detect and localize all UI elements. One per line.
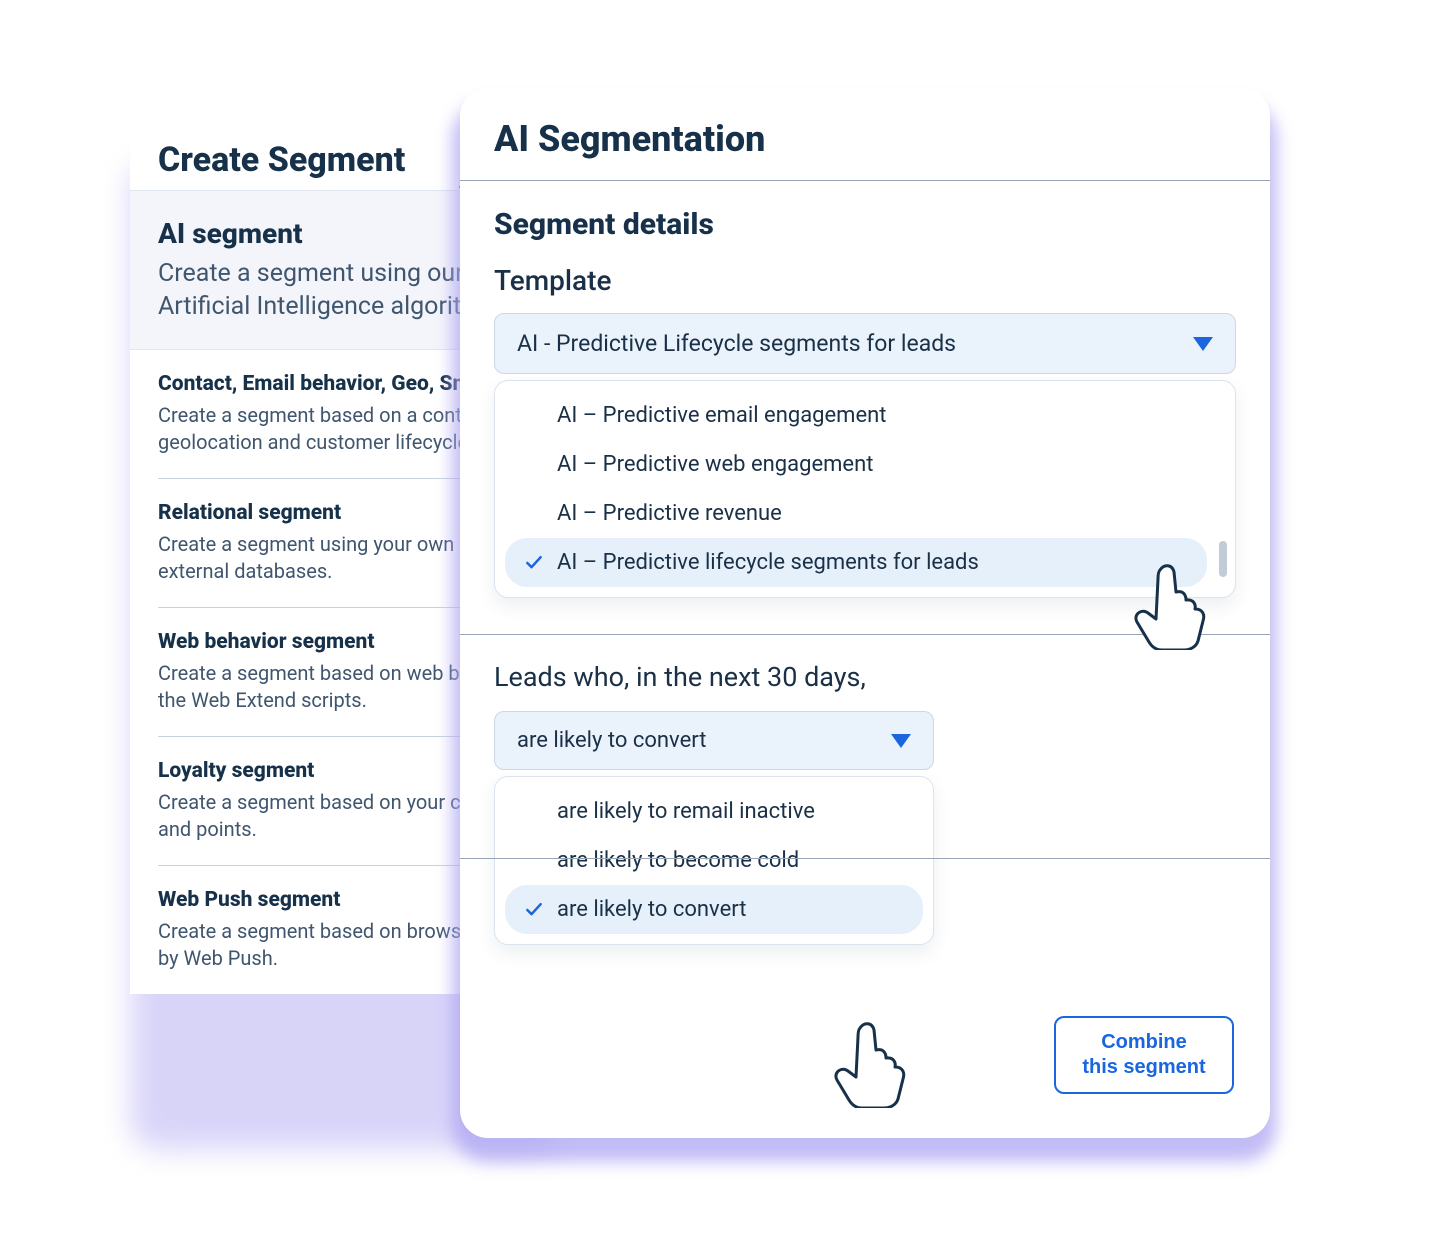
- combine-segment-button[interactable]: Combine this segment: [1054, 1016, 1234, 1094]
- combine-line1: Combine: [1101, 1031, 1187, 1053]
- divider: [460, 634, 1270, 635]
- divider: [460, 858, 1270, 859]
- template-select-head[interactable]: AI - Predictive Lifecycle segments for l…: [494, 313, 1236, 374]
- condition-select[interactable]: are likely to convert are likely to rema…: [494, 711, 934, 945]
- option-label: AI – Predictive email engagement: [557, 403, 886, 428]
- option-label: are likely to remail inactive: [557, 799, 815, 824]
- condition-options: are likely to remail inactive are likely…: [494, 776, 934, 945]
- option-label: AI – Predictive web engagement: [557, 452, 873, 477]
- chevron-down-icon: [891, 734, 911, 748]
- page-title: AI Segmentation: [494, 118, 1236, 160]
- check-icon: [523, 899, 545, 921]
- template-option[interactable]: AI – Predictive email engagement: [505, 391, 1207, 440]
- condition-select-head[interactable]: are likely to convert: [494, 711, 934, 770]
- panel-header: AI Segmentation: [460, 88, 1270, 181]
- template-selected-value: AI - Predictive Lifecycle segments for l…: [517, 330, 956, 357]
- template-option[interactable]: AI – Predictive lifecycle segments for l…: [505, 538, 1207, 587]
- condition-selected-value: are likely to convert: [517, 728, 706, 753]
- combine-line2: this segment: [1082, 1056, 1205, 1078]
- scrollbar-thumb[interactable]: [1219, 541, 1227, 577]
- option-label: are likely to convert: [557, 897, 746, 922]
- template-select[interactable]: AI - Predictive Lifecycle segments for l…: [494, 313, 1236, 598]
- chevron-down-icon: [1193, 337, 1213, 351]
- condition-label: Leads who, in the next 30 days,: [494, 661, 1236, 693]
- condition-option[interactable]: are likely to become cold: [505, 836, 923, 885]
- option-label: AI – Predictive lifecycle segments for l…: [557, 550, 979, 575]
- condition-option[interactable]: are likely to remail inactive: [505, 787, 923, 836]
- condition-option[interactable]: are likely to convert: [505, 885, 923, 934]
- pointer-hand-icon: [830, 1018, 914, 1108]
- template-option[interactable]: AI – Predictive revenue: [505, 489, 1207, 538]
- template-options: AI – Predictive email engagement AI – Pr…: [494, 380, 1236, 598]
- ai-segmentation-panel: AI Segmentation Segment details Template…: [460, 88, 1270, 1138]
- check-icon: [523, 552, 545, 574]
- template-label: Template: [494, 264, 1236, 297]
- section-title: Segment details: [494, 207, 1236, 242]
- option-label: are likely to become cold: [557, 848, 799, 873]
- option-label: AI – Predictive revenue: [557, 501, 782, 526]
- template-option[interactable]: AI – Predictive web engagement: [505, 440, 1207, 489]
